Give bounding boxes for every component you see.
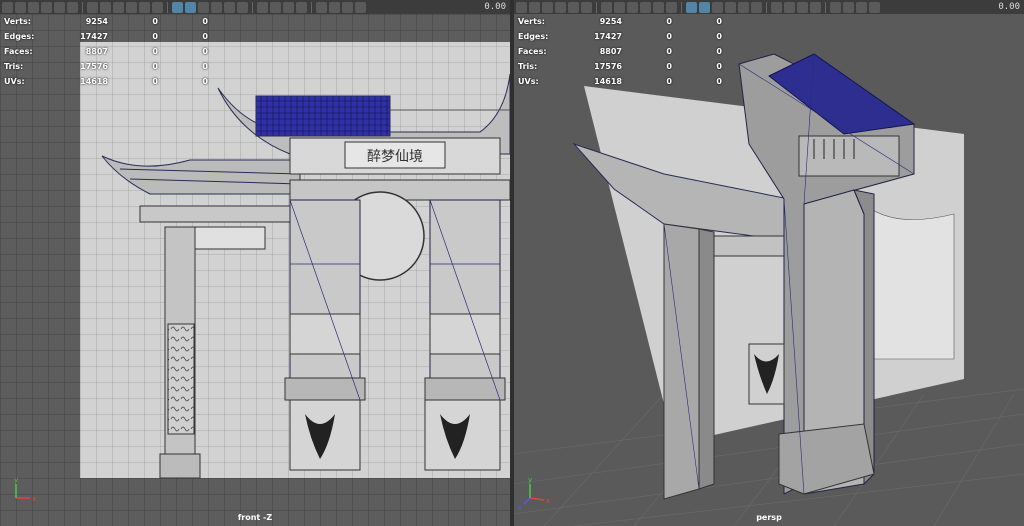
- hud-row: Edges: 17427 0 0: [518, 32, 722, 41]
- hud-row: Verts: 9254 0 0: [4, 17, 208, 26]
- exposure-value[interactable]: 0.00: [998, 2, 1020, 12]
- use-all-lights-icon[interactable]: [224, 1, 235, 13]
- xray-icon[interactable]: [843, 1, 854, 13]
- isolate-select-icon[interactable]: [316, 1, 327, 13]
- svg-text:z: z: [518, 504, 522, 512]
- shadows-icon[interactable]: [237, 1, 248, 13]
- viewport-toolbar: 0.00: [514, 0, 1024, 14]
- anti-aliasing-icon[interactable]: [283, 1, 294, 13]
- toolbar-separator: [766, 1, 767, 13]
- isolate-select-icon[interactable]: [830, 1, 841, 13]
- hud-row: Faces: 8807 0 0: [4, 47, 208, 56]
- motion-blur-icon[interactable]: [784, 1, 795, 13]
- shadows-icon[interactable]: [751, 1, 762, 13]
- depth-of-field-icon[interactable]: [810, 1, 821, 13]
- signboard-text: 醉梦仙境: [367, 149, 423, 165]
- motion-blur-icon[interactable]: [270, 1, 281, 13]
- hud-row: Faces: 8807 0 0: [518, 47, 722, 56]
- safe-action-icon[interactable]: [666, 1, 677, 13]
- 2d-pan-zoom-icon[interactable]: [568, 1, 579, 13]
- textured-icon[interactable]: [211, 1, 222, 13]
- poly-count-hud: Verts: 9254 0 0 Edges: 17427 0 0 Faces: 8807 0 0 …: [518, 14, 722, 89]
- grid-toggle-icon[interactable]: [601, 1, 612, 13]
- xray-components-icon[interactable]: [869, 1, 880, 13]
- image-plane-icon[interactable]: [41, 1, 52, 13]
- bookmarks-icon[interactable]: [28, 1, 39, 13]
- film-gate-icon[interactable]: [100, 1, 111, 13]
- toolbar-separator: [252, 1, 253, 13]
- toolbar-separator: [311, 1, 312, 13]
- hud-row: Tris: 17576 0 0: [518, 62, 722, 71]
- toolbar-separator: [596, 1, 597, 13]
- default-material-icon[interactable]: [712, 1, 723, 13]
- left-pillar-carving: [167, 323, 195, 435]
- gate-mask-icon[interactable]: [126, 1, 137, 13]
- wireframe-icon[interactable]: [686, 1, 697, 13]
- perspective-view-canvas[interactable]: x y z: [514, 14, 1024, 526]
- xray-components-icon[interactable]: [355, 1, 366, 13]
- xray-icon[interactable]: [329, 1, 340, 13]
- toolbar-separator: [82, 1, 83, 13]
- wireframe-icon[interactable]: [172, 1, 183, 13]
- camera-attributes-icon[interactable]: [15, 1, 26, 13]
- svg-text:x: x: [32, 495, 36, 503]
- anti-aliasing-icon[interactable]: [797, 1, 808, 13]
- svg-text:x: x: [546, 497, 550, 505]
- left-beam: [139, 205, 301, 223]
- textured-icon[interactable]: [725, 1, 736, 13]
- hud-row: UVs: 14618 0 0: [4, 77, 208, 86]
- default-material-icon[interactable]: [198, 1, 209, 13]
- viewport-camera-label: persp: [756, 513, 782, 522]
- screen-space-ao-icon[interactable]: [257, 1, 268, 13]
- exposure-value[interactable]: 0.00: [484, 2, 506, 12]
- camera-attributes-icon[interactable]: [529, 1, 540, 13]
- hud-row: UVs: 14618 0 0: [518, 77, 722, 86]
- persp-beam: [713, 235, 795, 257]
- front-view-canvas[interactable]: 醉梦仙境 x y: [0, 14, 510, 526]
- viewport-camera-label: front -Z: [237, 513, 273, 522]
- perspective-viewport[interactable]: 0.00 x y z Verts: 9254 0 0 Edges: 17427 …: [514, 0, 1024, 526]
- hud-row: Edges: 17427 0 0: [4, 32, 208, 41]
- safe-action-icon[interactable]: [152, 1, 163, 13]
- use-all-lights-icon[interactable]: [738, 1, 749, 13]
- poly-count-hud: Verts: 9254 0 0 Edges: 17427 0 0 Faces: 8807 0 0 …: [4, 14, 208, 89]
- svg-text:y: y: [528, 476, 532, 484]
- viewport-toolbar: 0.00: [0, 0, 510, 14]
- field-chart-icon[interactable]: [653, 1, 664, 13]
- depth-of-field-icon[interactable]: [296, 1, 307, 13]
- grease-pencil-icon[interactable]: [67, 1, 78, 13]
- xray-joints-icon[interactable]: [342, 1, 353, 13]
- left-panel: [194, 226, 266, 250]
- toolbar-separator: [825, 1, 826, 13]
- resolution-gate-icon[interactable]: [113, 1, 124, 13]
- smooth-shade-icon[interactable]: [185, 1, 196, 13]
- image-plane-icon[interactable]: [555, 1, 566, 13]
- film-gate-icon[interactable]: [614, 1, 625, 13]
- toolbar-separator: [681, 1, 682, 13]
- gate-mask-icon[interactable]: [640, 1, 651, 13]
- 2d-pan-zoom-icon[interactable]: [54, 1, 65, 13]
- select-camera-icon[interactable]: [516, 1, 527, 13]
- bookmarks-icon[interactable]: [542, 1, 553, 13]
- svg-text:y: y: [14, 476, 18, 484]
- front-viewport[interactable]: 0.00 醉梦仙境 x y Verts: 9254 0 0 Edges: 174…: [0, 0, 510, 526]
- hud-row: Tris: 17576 0 0: [4, 62, 208, 71]
- smooth-shade-icon[interactable]: [699, 1, 710, 13]
- select-camera-icon[interactable]: [2, 1, 13, 13]
- left-pillar-base: [159, 453, 201, 479]
- hud-row: Verts: 9254 0 0: [518, 17, 722, 26]
- screen-space-ao-icon[interactable]: [771, 1, 782, 13]
- xray-joints-icon[interactable]: [856, 1, 867, 13]
- resolution-gate-icon[interactable]: [627, 1, 638, 13]
- grid-toggle-icon[interactable]: [87, 1, 98, 13]
- grease-pencil-icon[interactable]: [581, 1, 592, 13]
- toolbar-separator: [167, 1, 168, 13]
- field-chart-icon[interactable]: [139, 1, 150, 13]
